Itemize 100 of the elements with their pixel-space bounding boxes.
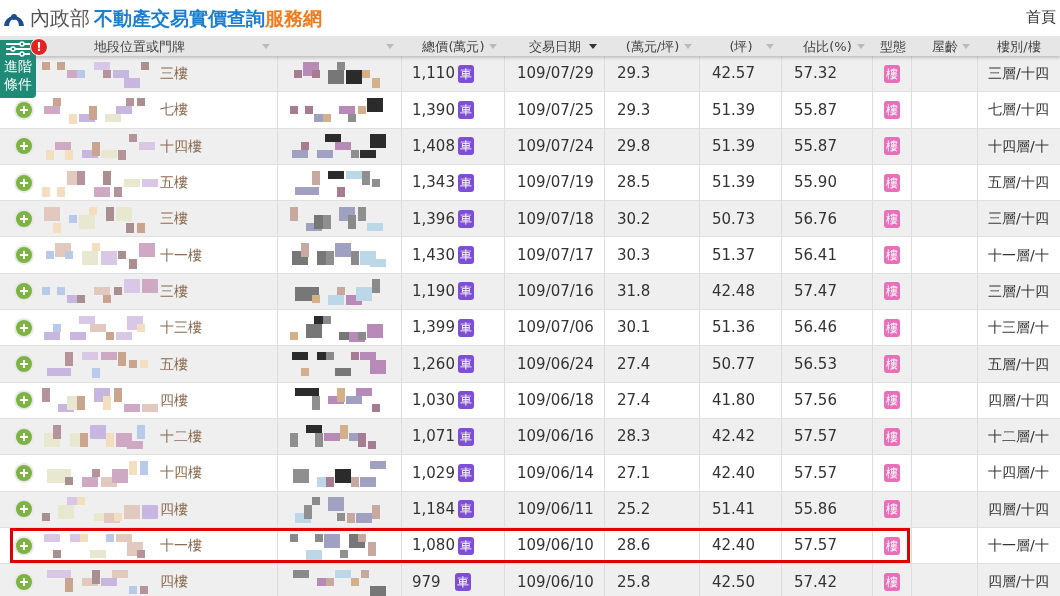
expand-icon[interactable] [14, 462, 34, 483]
sliders-icon [5, 41, 31, 57]
expand-icon[interactable] [14, 390, 34, 411]
date-text: 109/07/19 [517, 172, 594, 194]
unit-price-text: 25.8 [617, 571, 651, 593]
column-header[interactable]: 交易日期 [529, 39, 581, 53]
price-text: 1,190 [412, 281, 455, 303]
date-text: 109/07/06 [517, 317, 594, 339]
type-badge: 樓 [884, 282, 900, 301]
unit-price-text: 27.4 [617, 353, 651, 375]
ratio-text: 57.47 [794, 281, 837, 303]
parking-badge: 車 [457, 209, 474, 228]
type-badge: 樓 [884, 391, 900, 410]
expand-icon[interactable] [14, 571, 34, 592]
parking-badge: 車 [457, 173, 474, 192]
ratio-text: 57.32 [794, 63, 837, 85]
price-text: 1,110 [412, 63, 455, 85]
floor-text: 三層/十四 [988, 281, 1049, 301]
expand-icon[interactable] [14, 317, 34, 338]
address-text[interactable]: 五樓 [160, 172, 188, 194]
type-badge: 樓 [884, 173, 900, 192]
price-text: 1,184 [412, 498, 455, 520]
expand-icon[interactable] [14, 426, 34, 447]
unit-price-text: 29.3 [617, 99, 651, 121]
sort-icon[interactable] [589, 44, 597, 49]
date-text: 109/06/10 [517, 571, 594, 593]
unit-price-text: 27.4 [617, 390, 651, 412]
area-text: 42.50 [712, 571, 755, 593]
address-text[interactable]: 十四樓 [160, 462, 202, 484]
address-text[interactable]: 四樓 [160, 498, 188, 520]
site-title-suffix: 服務網 [265, 5, 322, 31]
floor-text: 十一層/十 [988, 245, 1049, 265]
address-text[interactable]: 十三樓 [160, 317, 202, 339]
price-text: 1,343 [412, 172, 455, 194]
column-header[interactable]: 佔比(%) [803, 39, 852, 53]
area-text: 42.57 [712, 63, 755, 85]
address-text[interactable]: 五樓 [160, 353, 188, 375]
type-badge: 樓 [884, 209, 900, 228]
parking-badge: 車 [455, 572, 471, 591]
address-text[interactable]: 四樓 [160, 389, 188, 411]
date-text: 109/06/14 [517, 462, 594, 484]
area-text: 42.40 [712, 462, 755, 484]
floor-text: 十一層/十 [988, 536, 1049, 555]
area-text: 51.41 [712, 498, 755, 520]
date-text: 109/06/18 [517, 390, 594, 412]
area-text: 51.37 [712, 244, 755, 266]
expand-icon[interactable] [14, 499, 34, 520]
date-text: 109/07/29 [517, 63, 594, 85]
expand-icon[interactable] [14, 535, 34, 556]
address-text[interactable]: 十二樓 [160, 426, 202, 448]
column-header[interactable]: 屋齡 [932, 39, 958, 53]
address-text[interactable]: 十一樓 [160, 244, 202, 266]
area-text: 42.48 [712, 281, 755, 303]
home-link[interactable]: 首頁 [1026, 6, 1056, 29]
column-header[interactable]: 地段位置或門牌 [93, 39, 185, 53]
column-header[interactable]: (萬元/坪) [625, 39, 680, 53]
date-text: 109/07/24 [517, 136, 594, 157]
unit-price-text: 30.2 [617, 208, 651, 230]
column-header[interactable]: (坪) [729, 39, 753, 53]
ratio-text: 57.42 [794, 571, 837, 593]
floor-text: 三層/十四 [988, 64, 1049, 84]
address-text[interactable]: 三樓 [160, 280, 188, 302]
expand-icon[interactable] [14, 281, 34, 302]
parking-badge: 車 [457, 427, 474, 446]
floor-text: 十三層/十 [988, 318, 1049, 338]
advanced-filter-button[interactable]: 進階 條件 [0, 40, 36, 98]
ministry-name: 內政部 [30, 5, 90, 32]
area-text: 42.40 [712, 535, 755, 557]
price-text: 979 [412, 571, 442, 593]
parking-badge: 車 [457, 318, 474, 337]
expand-icon[interactable] [14, 136, 34, 157]
address-text[interactable]: 三樓 [160, 63, 188, 85]
address-text[interactable]: 三樓 [160, 208, 188, 230]
column-header[interactable]: 型態 [879, 39, 906, 53]
expand-icon[interactable] [14, 354, 34, 374]
type-badge: 樓 [884, 137, 900, 156]
address-text[interactable]: 十四樓 [160, 135, 202, 157]
column-header[interactable]: 總價(萬元) [422, 39, 485, 53]
ratio-text: 57.57 [794, 462, 837, 484]
expand-icon[interactable] [14, 245, 34, 266]
date-text: 109/07/16 [517, 281, 594, 303]
area-text: 42.42 [712, 426, 755, 448]
ratio-text: 57.57 [794, 426, 837, 448]
expand-icon[interactable] [14, 172, 34, 193]
parking-badge: 車 [457, 137, 474, 156]
address-text[interactable]: 七樓 [160, 99, 188, 121]
unit-price-text: 30.3 [617, 244, 651, 266]
address-text[interactable]: 四樓 [160, 571, 188, 593]
expand-icon[interactable] [14, 208, 34, 229]
floor-text: 十四層/十 [988, 136, 1049, 156]
type-badge: 樓 [884, 463, 900, 482]
column-header[interactable]: 樓別/樓 [997, 39, 1041, 53]
type-badge: 樓 [884, 100, 900, 119]
parking-badge: 車 [457, 500, 474, 519]
floor-text: 四層/十四 [988, 572, 1049, 592]
type-badge: 樓 [884, 536, 900, 555]
site-title: 不動產交易實價查詢 [94, 5, 265, 31]
floor-text: 四層/十四 [988, 390, 1049, 410]
expand-icon[interactable] [14, 99, 34, 120]
address-text[interactable]: 十一樓 [160, 535, 202, 556]
